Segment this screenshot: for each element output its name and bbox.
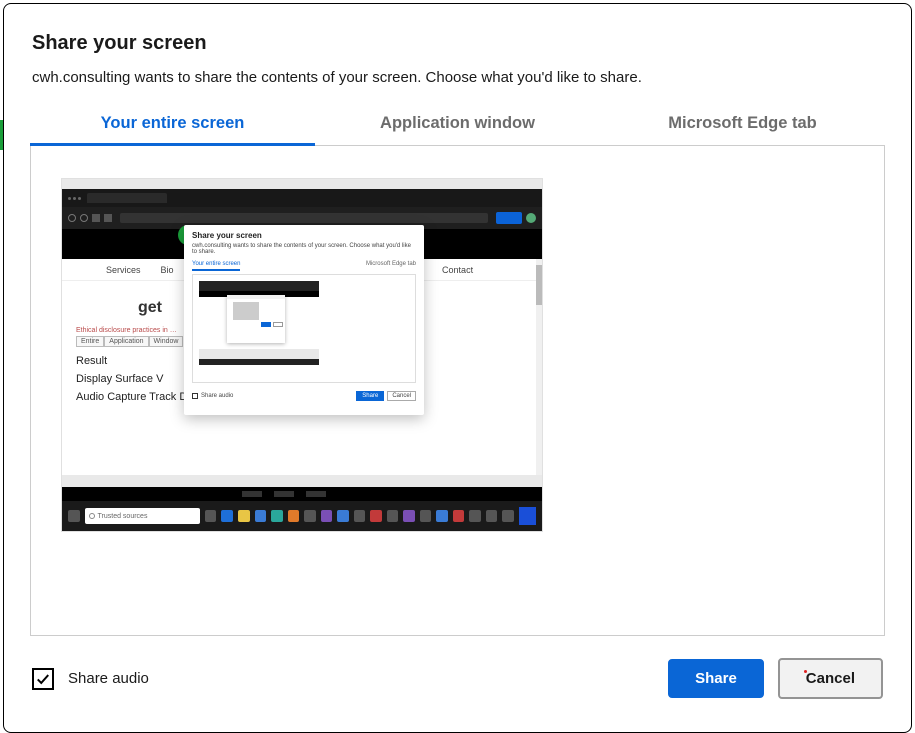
taskbar-icon — [502, 510, 514, 522]
taskbar-icon — [387, 510, 399, 522]
nested-share-audio-label: Share audio — [201, 393, 233, 399]
taskbar-icon — [354, 510, 366, 522]
nested-share-button: Share — [356, 391, 384, 401]
taskbar-icon — [288, 510, 300, 522]
preview-nav-services: Services — [106, 265, 141, 275]
dialog-header: Share your screen cwh.consulting wants t… — [4, 4, 911, 104]
taskbar-icon — [370, 510, 382, 522]
preview-scrollbar — [536, 259, 542, 475]
share-audio-checkbox[interactable] — [32, 668, 54, 690]
tab-entire-screen[interactable]: Your entire screen — [30, 104, 315, 145]
taskbar-icon — [238, 510, 250, 522]
nested-cancel-button: Cancel — [387, 391, 416, 401]
dialog-subtitle: cwh.consulting wants to share the conten… — [32, 69, 883, 86]
start-icon — [68, 510, 80, 522]
taskbar-icon — [221, 510, 233, 522]
taskbar-icon — [321, 510, 333, 522]
taskbar-icon — [469, 510, 481, 522]
share-audio-label: Share audio — [68, 670, 149, 687]
cancel-button-label: Cancel — [806, 670, 855, 687]
preview-nav-contact: Contact — [442, 265, 473, 275]
dialog-footer: Share audio Share Cancel — [4, 636, 911, 721]
preview-pill-2: Application — [104, 336, 148, 347]
taskbar-icon — [486, 510, 498, 522]
nested-title: Share your screen — [192, 231, 416, 240]
preview-taskbar: Trusted sources — [62, 487, 542, 531]
preview-pill-3: Window — [149, 336, 184, 347]
taskbar-icon — [453, 510, 465, 522]
cursor-dot-icon — [804, 670, 807, 673]
taskbar-icon — [205, 510, 217, 522]
search-icon — [89, 513, 95, 519]
cancel-button[interactable]: Cancel — [778, 658, 883, 699]
taskbar-search-text: Trusted sources — [98, 513, 148, 520]
preview-nav-bio: Bio — [161, 265, 174, 275]
preview-nested-dialog: Share your screen cwh.consulting wants t… — [184, 225, 424, 415]
preview-pill-1: Entire — [76, 336, 104, 347]
taskbar-icon — [304, 510, 316, 522]
taskbar-icon — [337, 510, 349, 522]
preview-area: Services Bio ak… Contact get ng Ethical … — [30, 146, 885, 636]
dialog-title: Share your screen — [32, 32, 883, 55]
preview-heading-left: get — [138, 299, 162, 317]
taskbar-icon — [436, 510, 448, 522]
taskbar-icon — [271, 510, 283, 522]
nested-micro-thumb — [199, 281, 319, 365]
nested-checkbox-icon — [192, 393, 198, 399]
taskbar-tray — [519, 507, 536, 525]
nested-tab-active: Your entire screen — [192, 261, 240, 271]
taskbar-icon — [403, 510, 415, 522]
share-button[interactable]: Share — [668, 659, 764, 698]
preview-tabstrip — [62, 189, 542, 207]
taskbar-icon — [255, 510, 267, 522]
taskbar-icon — [420, 510, 432, 522]
tab-application-window[interactable]: Application window — [315, 104, 600, 145]
tab-edge-tab[interactable]: Microsoft Edge tab — [600, 104, 885, 145]
screen-thumbnail[interactable]: Services Bio ak… Contact get ng Ethical … — [61, 178, 543, 532]
checkmark-icon — [36, 672, 50, 686]
nested-tab-edge: Microsoft Edge tab — [366, 261, 416, 271]
share-screen-dialog: Share your screen cwh.consulting wants t… — [3, 3, 912, 733]
preview-browser-chrome — [62, 189, 542, 229]
taskbar-search: Trusted sources — [85, 508, 200, 524]
nested-subtitle: cwh.consulting wants to share the conten… — [192, 243, 416, 255]
share-tabs: Your entire screen Application window Mi… — [30, 104, 885, 146]
